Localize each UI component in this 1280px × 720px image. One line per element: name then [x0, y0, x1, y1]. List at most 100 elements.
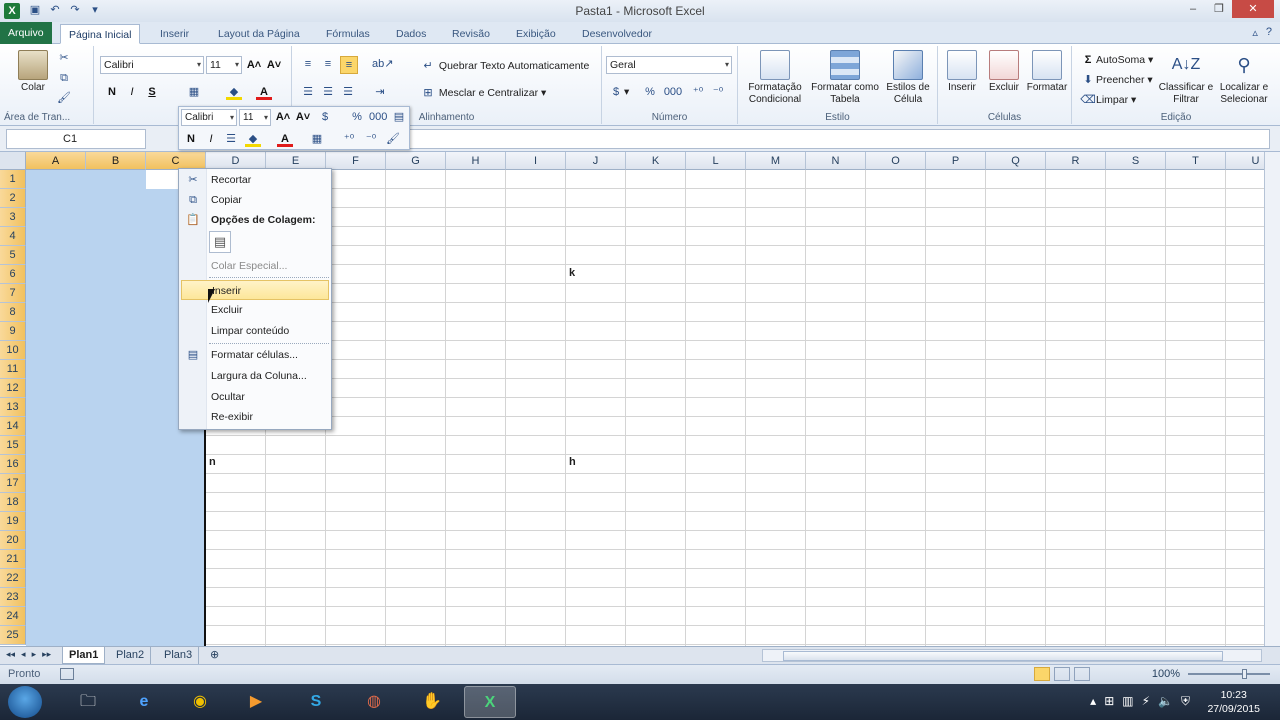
column-header-l[interactable]: L: [686, 152, 746, 170]
network-icon[interactable]: ▥: [1122, 694, 1133, 709]
zoom-slider-knob[interactable]: [1242, 669, 1247, 679]
column-header-k[interactable]: K: [626, 152, 686, 170]
mini-font-size-combo[interactable]: 11 ▾: [239, 109, 271, 126]
copy-button[interactable]: ⧉: [56, 70, 72, 86]
font-color-button[interactable]: A: [256, 84, 272, 101]
macro-record-icon[interactable]: [60, 668, 74, 680]
cell-j6[interactable]: k: [569, 267, 575, 279]
mini-shrink-font-button[interactable]: A˅: [295, 109, 311, 125]
column-header-p[interactable]: P: [926, 152, 986, 170]
align-right-button[interactable]: ☰: [340, 84, 356, 100]
menu-item-cut[interactable]: ✂ Recortar: [181, 170, 329, 190]
column-header-i[interactable]: I: [506, 152, 566, 170]
merge-center-button[interactable]: ⊞ Mesclar e Centralizar ▾: [420, 85, 546, 101]
format-painter-button[interactable]: 🖌: [56, 90, 72, 106]
column-header-t[interactable]: T: [1166, 152, 1226, 170]
orientation-button[interactable]: ab↗: [372, 56, 393, 72]
mini-currency-button[interactable]: $: [317, 109, 333, 125]
decrease-decimal-button[interactable]: ⁻⁰: [710, 84, 726, 100]
column-header-j[interactable]: J: [566, 152, 626, 170]
italic-button[interactable]: I: [124, 84, 140, 100]
fill-color-button[interactable]: ◆: [226, 84, 242, 101]
align-top-button[interactable]: ≡: [300, 56, 316, 72]
align-center-button[interactable]: ☰: [320, 84, 336, 100]
column-header-q[interactable]: Q: [986, 152, 1046, 170]
fill-button[interactable]: ⬇ Preencher ▾: [1080, 72, 1152, 88]
power-icon[interactable]: ⚡: [1142, 694, 1150, 709]
mini-grow-font-button[interactable]: A˄: [275, 109, 291, 125]
tab-data[interactable]: Dados: [388, 24, 434, 44]
row-header-17[interactable]: 17: [0, 474, 26, 493]
app-taskbar-icon[interactable]: ◍: [348, 686, 400, 718]
vertical-scrollbar[interactable]: [1264, 152, 1280, 646]
row-header-15[interactable]: 15: [0, 436, 26, 455]
explorer-taskbar-icon[interactable]: 🗀: [62, 686, 114, 718]
row-header-14[interactable]: 14: [0, 417, 26, 436]
tray-expand-icon[interactable]: ▴: [1090, 694, 1096, 709]
tab-review[interactable]: Revisão: [444, 24, 498, 44]
currency-button[interactable]: $ ▾: [608, 84, 629, 100]
row-header-3[interactable]: 3: [0, 208, 26, 227]
internet-explorer-taskbar-icon[interactable]: e: [118, 686, 170, 718]
column-header-g[interactable]: G: [386, 152, 446, 170]
cell-d16[interactable]: n: [209, 456, 216, 468]
indent-button[interactable]: ⇥: [372, 84, 388, 100]
row-header-19[interactable]: 19: [0, 512, 26, 531]
column-header-h[interactable]: H: [446, 152, 506, 170]
page-layout-view-icon[interactable]: [1054, 667, 1070, 681]
insert-sheet-button[interactable]: ⊕: [204, 647, 225, 664]
select-all-corner[interactable]: [0, 152, 26, 170]
zoom-level[interactable]: 100%: [1152, 668, 1180, 680]
row-header-11[interactable]: 11: [0, 360, 26, 379]
sheet-tab-plan1[interactable]: Plan1: [62, 647, 106, 664]
horizontal-scroll-thumb[interactable]: [783, 651, 1223, 661]
last-sheet-icon[interactable]: ▸▸: [42, 649, 51, 660]
menu-item-clear-contents[interactable]: Limpar conteúdo: [181, 321, 329, 341]
menu-item-unhide[interactable]: Re-exibir: [181, 407, 329, 427]
format-cells-button[interactable]: Formatar: [1024, 50, 1070, 94]
row-header-18[interactable]: 18: [0, 493, 26, 512]
cell-j16[interactable]: h: [569, 456, 576, 468]
row-header-1[interactable]: 1: [0, 170, 26, 189]
windows-icon[interactable]: ⊞: [1104, 694, 1114, 709]
row-header-21[interactable]: 21: [0, 550, 26, 569]
row-header-4[interactable]: 4: [0, 227, 26, 246]
security-icon[interactable]: ⛨: [1181, 694, 1190, 709]
borders-button[interactable]: ▦: [186, 84, 202, 100]
number-format-combo[interactable]: Geral ▾: [606, 56, 732, 74]
tab-page-layout[interactable]: Layout da Página: [210, 24, 308, 44]
row-header-13[interactable]: 13: [0, 398, 26, 417]
chrome-taskbar-icon[interactable]: ◉: [174, 686, 226, 718]
sheet-tab-plan2[interactable]: Plan2: [110, 647, 152, 664]
mini-borders-button[interactable]: ▦: [309, 131, 325, 147]
increase-decimal-button[interactable]: ⁺⁰: [690, 84, 706, 100]
row-header-25[interactable]: 25: [0, 626, 26, 645]
find-select-button[interactable]: ⚲ Localizar e Selecionar: [1214, 50, 1274, 106]
column-header-a[interactable]: A: [26, 152, 86, 170]
mini-center-button[interactable]: ☰: [223, 131, 239, 147]
row-header-5[interactable]: 5: [0, 246, 26, 265]
mini-bold-button[interactable]: N: [183, 131, 199, 147]
row-header-22[interactable]: 22: [0, 569, 26, 588]
underline-button[interactable]: S: [144, 84, 160, 100]
next-sheet-icon[interactable]: ▸: [32, 649, 37, 660]
excel-taskbar-icon[interactable]: X: [464, 686, 516, 718]
menu-item-delete[interactable]: Excluir: [181, 300, 329, 320]
column-header-f[interactable]: F: [326, 152, 386, 170]
mini-font-color-button[interactable]: A: [277, 131, 293, 148]
tab-insert[interactable]: Inserir: [152, 24, 197, 44]
menu-item-format-cells[interactable]: ▤ Formatar células...: [181, 345, 329, 365]
mini-fill-color-button[interactable]: ◆: [245, 131, 261, 148]
help-icon[interactable]: ?: [1266, 26, 1272, 39]
autosum-button[interactable]: Σ AutoSoma ▾: [1080, 52, 1154, 68]
horizontal-scrollbar[interactable]: [762, 649, 1262, 662]
font-size-combo[interactable]: 11 ▾: [206, 56, 242, 74]
sheet-tab-plan3[interactable]: Plan3: [158, 647, 200, 664]
row-header-8[interactable]: 8: [0, 303, 26, 322]
prev-sheet-icon[interactable]: ◂: [21, 649, 26, 660]
name-box[interactable]: C1: [6, 129, 146, 149]
format-as-table-button[interactable]: Formatar como Tabela: [810, 50, 880, 106]
taskbar-clock[interactable]: 10:23 27/09/2015: [1207, 688, 1260, 716]
tab-home[interactable]: Página Inicial: [60, 24, 141, 44]
start-button[interactable]: [8, 686, 42, 718]
